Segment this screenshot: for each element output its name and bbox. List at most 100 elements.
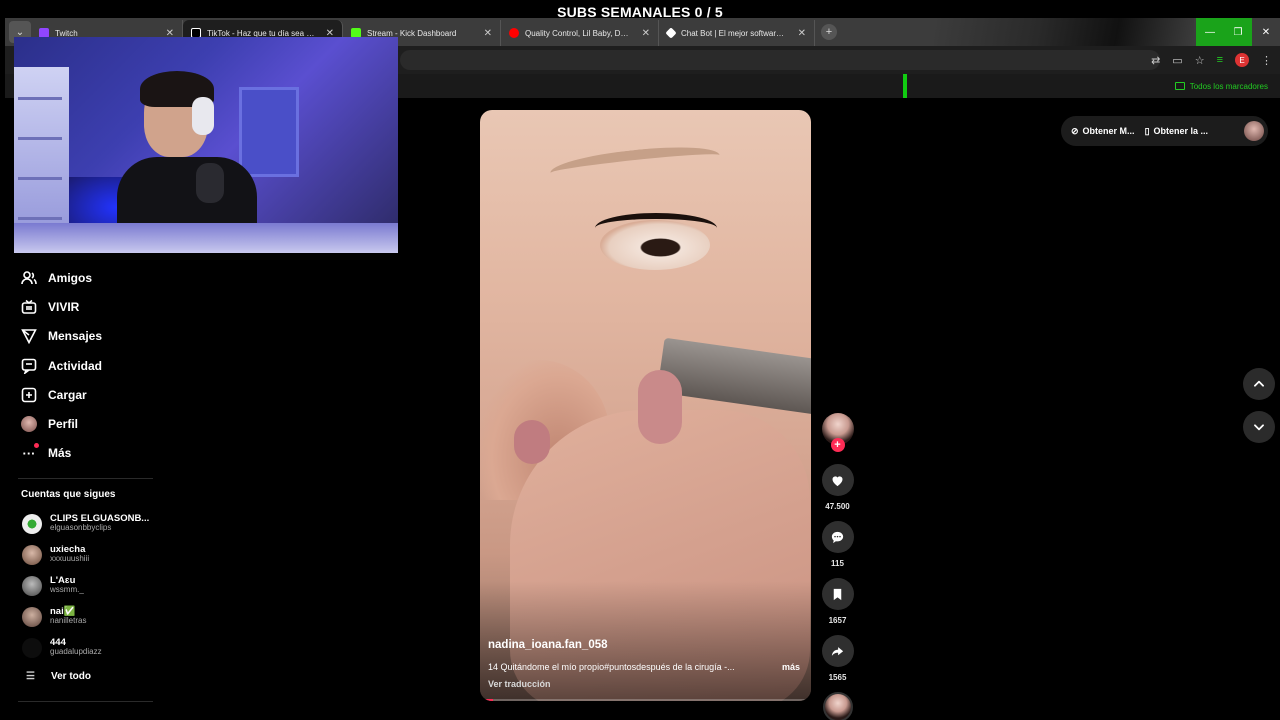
close-window-icon[interactable]: ✕ [1252, 18, 1280, 46]
headset [192, 97, 214, 135]
following-item[interactable]: uxiecha xxxuuushiii [0, 539, 160, 570]
shares-count: 1565 [828, 673, 847, 682]
share-icon [831, 646, 844, 656]
profile-avatar-icon [21, 416, 37, 433]
sidebar-item-label: Actividad [48, 358, 103, 373]
translate-icon[interactable]: ⇄ [1151, 54, 1160, 67]
following-item[interactable]: L'Aɛu wssmm._ [0, 570, 160, 601]
sidebar-item-perfil[interactable]: Perfil [0, 409, 160, 438]
following-handle: nanilletras [50, 616, 87, 626]
video-description: 14 Quitándome el mío propio#puntosdespué… [488, 662, 735, 672]
following-item[interactable]: nai✅ nanilletras [0, 601, 160, 632]
tab-youtube[interactable]: Quality Control, Lil Baby, DaBaby ✕ [501, 20, 659, 46]
sidebar-item-label: VIVIR [48, 299, 80, 314]
webcam-desk [14, 223, 398, 253]
window-controls: — ❐ ✕ [1196, 18, 1280, 46]
sidebar: Amigos VIVIR Mensajes Actividad Cargar P… [0, 238, 160, 703]
restore-icon[interactable]: ❐ [1224, 18, 1252, 46]
webcam-overlay [14, 37, 398, 253]
all-bookmarks-button[interactable]: Todos los marcadores [1174, 82, 1268, 91]
following-item[interactable]: 444 guadalupdiazz [0, 632, 160, 663]
music-disc-avatar[interactable] [822, 692, 853, 720]
get-coins-label: Obtener M... [1082, 126, 1135, 136]
get-app-label: Obtener la ... [1153, 126, 1209, 136]
comment-icon [831, 531, 844, 543]
more-icon: ··· [21, 443, 39, 461]
share-button[interactable] [821, 635, 854, 667]
next-video-button[interactable] [1243, 411, 1275, 443]
messages-icon [21, 328, 37, 345]
chevron-up-icon [1254, 380, 1264, 387]
more-button[interactable]: más [782, 662, 800, 672]
user-avatar[interactable] [1244, 121, 1264, 141]
phone-icon: ▯ [1144, 125, 1150, 136]
sidebar-item-mas[interactable]: ··· Más [0, 439, 160, 468]
webcam-background-window [239, 87, 299, 177]
sidebar-divider [18, 701, 153, 703]
video-frame-finger [638, 370, 682, 444]
creator-avatar[interactable]: + [821, 413, 854, 452]
following-item[interactable]: CLIPS ELGUASONB... elguasonbbyclips [0, 508, 160, 539]
translate-button[interactable]: Ver traducción [488, 679, 551, 689]
screen: SUBS SEMANALES 0 / 5 ⌄ Twitch ✕ TikTok -… [0, 0, 1280, 720]
following-title: Cuentas que sigues [21, 489, 116, 501]
following-handle: wssmm._ [50, 585, 84, 595]
extension-icon[interactable]: ≡ [1217, 54, 1223, 66]
sidebar-item-amigos[interactable]: Amigos [0, 263, 160, 292]
avatar [22, 606, 42, 627]
sidebar-item-actividad[interactable]: Actividad [0, 351, 160, 380]
chevron-down-icon [1254, 424, 1264, 431]
sidebar-item-label: Amigos [48, 270, 93, 285]
avatar [22, 544, 42, 565]
youtube-icon [509, 28, 519, 38]
video-frame-brow [549, 141, 721, 187]
tab-close-icon[interactable]: ✕ [484, 28, 492, 39]
following-handle: elguasonbbyclips [50, 523, 112, 533]
video-author[interactable]: nadina_ioana.fan_058 [488, 639, 608, 651]
tab-close-icon[interactable]: ✕ [642, 28, 650, 39]
menu-dots-icon[interactable]: ⋮ [1261, 54, 1272, 67]
sidebar-item-label: Mensajes [48, 329, 103, 344]
stream-overlay-title: SUBS SEMANALES 0 / 5 [557, 4, 723, 20]
tab-close-icon[interactable]: ✕ [798, 28, 806, 39]
heart-icon [832, 475, 843, 486]
avatar [22, 575, 42, 596]
microphone [196, 163, 224, 203]
tab-title: Chat Bot | El mejor software para [681, 28, 788, 38]
comment-button[interactable] [821, 521, 854, 553]
sidebar-item-label: Cargar [48, 387, 87, 402]
following-handle: xxxuuushiii [50, 554, 90, 564]
profile-avatar[interactable]: E [1235, 53, 1249, 67]
friends-icon [21, 270, 37, 286]
live-icon [21, 299, 37, 315]
see-all-button[interactable]: ☰ Ver todo [0, 663, 160, 689]
video-frame-eye [600, 220, 710, 270]
previous-video-button[interactable] [1243, 368, 1275, 400]
top-right-actions: ⊘ Obtener M... ▯ Obtener la ... [1061, 116, 1268, 146]
save-button[interactable] [821, 578, 854, 610]
minimize-icon[interactable]: — [1196, 18, 1224, 46]
tab-chatbot[interactable]: Chat Bot | El mejor software para ✕ [659, 20, 815, 46]
sidebar-item-mensajes[interactable]: Mensajes [0, 322, 160, 351]
get-app-button[interactable]: ▯ Obtener la ... [1145, 126, 1208, 137]
address-bar[interactable] [400, 50, 1160, 70]
avatar [22, 637, 42, 658]
cast-icon[interactable]: ▭ [1172, 54, 1182, 67]
follow-plus-icon[interactable]: + [830, 438, 845, 452]
like-button[interactable] [821, 464, 854, 496]
sidebar-item-vivir[interactable]: VIVIR [0, 292, 160, 321]
new-tab-button[interactable]: + [821, 24, 837, 40]
see-all-label: Ver todo [50, 670, 91, 682]
bookmark-star-icon[interactable]: ☆ [1195, 54, 1205, 67]
activity-icon [21, 358, 37, 374]
upload-icon [21, 387, 37, 403]
get-coins-button[interactable]: ⊘ Obtener M... [1071, 126, 1135, 137]
video-player[interactable]: nadina_ioana.fan_058 14 Quitándome el mí… [480, 110, 811, 701]
video-progress-bar[interactable] [480, 699, 811, 701]
likes-count: 47.500 [825, 502, 850, 511]
action-rail: + 47.500 115 1657 1565 [821, 413, 854, 720]
bookmark-icon [833, 588, 842, 600]
sidebar-item-cargar[interactable]: Cargar [0, 380, 160, 409]
sidebar-item-label: Más [48, 446, 72, 461]
tab-title: Quality Control, Lil Baby, DaBaby [525, 28, 632, 38]
